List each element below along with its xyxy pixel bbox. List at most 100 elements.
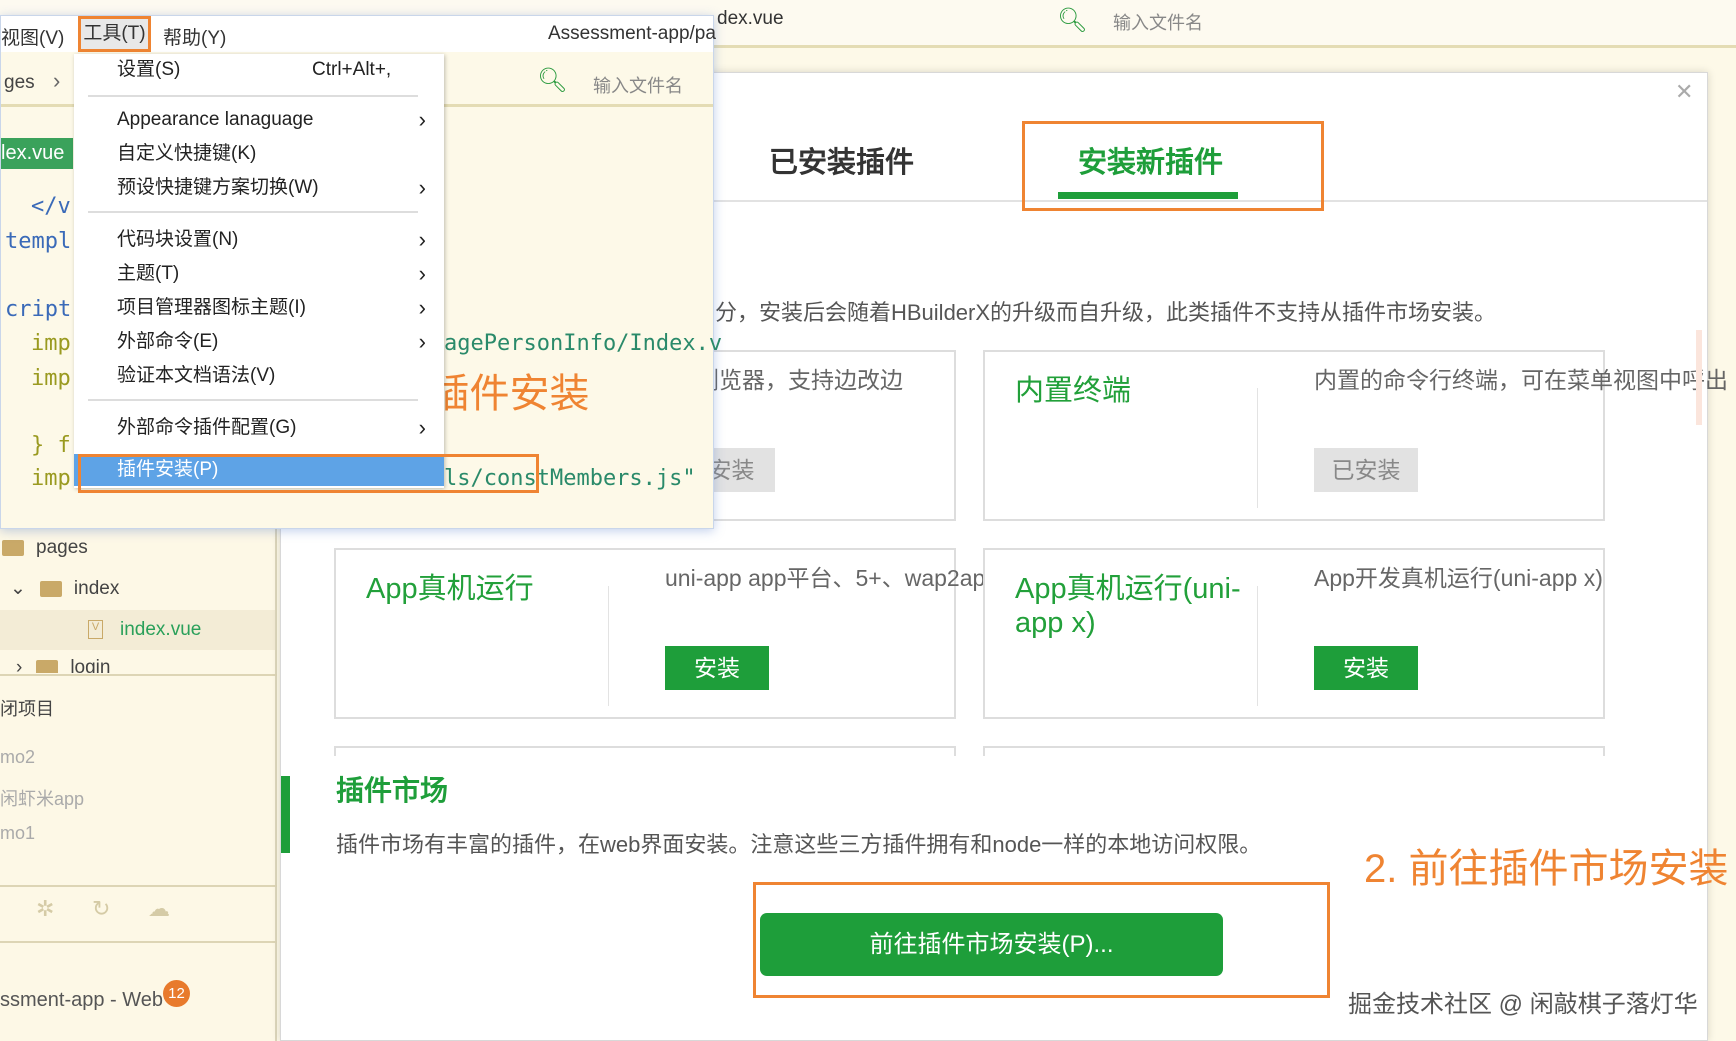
menu-help[interactable]: 帮助(Y) [163,23,226,50]
chevron-right-icon: › [53,68,61,93]
debug-icon[interactable]: ✲ [36,896,54,922]
install-button[interactable]: 安装 [1314,646,1418,690]
menu-separator [88,95,418,97]
menu-item-theme[interactable]: 主题(T) › [74,258,444,290]
chevron-right-icon: › [16,657,23,673]
annotation-step2: 2. 前往插件市场安装 [1364,847,1729,891]
vue-file-icon: V [88,620,103,639]
menu-tools[interactable]: 工具(T) [78,16,151,52]
menu-item-label: Appearance lanaguage [117,109,314,130]
code-line: cript [5,297,72,322]
menu-item-keymap-preset[interactable]: 预设快捷键方案切换(W) › [74,172,444,204]
divider [1257,586,1258,706]
cloud-icon[interactable]: ☁ [148,896,170,922]
folder-icon [2,539,24,556]
section-marker [281,776,290,853]
menu-item-icon-theme[interactable]: 项目管理器图标主题(I) › [74,292,444,324]
chevron-right-icon: › [418,227,426,252]
plugin-description: uni-app app平台、5+、wap2app真机运行 [665,565,1091,591]
menu-item-external-command-plugin-config[interactable]: 外部命令插件配置(G) › [74,412,444,444]
chevron-right-icon: › [418,329,426,354]
code-line: imp [31,466,71,491]
tree-label: index.vue [120,619,202,640]
plugin-title: App真机运行(uni-app x) [1015,573,1241,639]
breadcrumb[interactable]: ges [4,72,35,94]
builtin-description: 分，安装后会随着HBuilderX的升级而自升级，此类插件不支持从插件市场安装。 [715,300,1497,325]
annotation-box-menu-item [78,454,539,493]
project-item[interactable]: 闲虾米app [0,785,84,811]
tree-item-pages[interactable]: pages [2,537,88,559]
install-button[interactable]: 安装 [665,646,769,690]
installed-button: 已安装 [1314,448,1418,492]
background-search-input[interactable]: 输入文件名 [1113,9,1203,35]
menu-item-label: 外部命令插件配置(G) [117,417,297,438]
chevron-right-icon: › [418,107,426,132]
chevron-right-icon: › [418,415,426,440]
project-item[interactable]: mo1 [0,823,35,844]
menu-item-label: 项目管理器图标主题(I) [117,297,306,318]
shortcut-label: Ctrl+Alt+, [312,59,392,80]
export-icon[interactable]: ↻ [92,896,110,922]
tree-label: login [70,657,111,673]
tree-label: index [73,578,120,599]
folder-icon [39,580,62,597]
menu-item-external-commands[interactable]: 外部命令(E) › [74,326,444,358]
plugin-card: App真机运行(uni-app x) App开发真机运行(uni-app x) … [983,548,1605,719]
menu-view[interactable]: 视图(V) [1,23,64,50]
chevron-down-icon: ⌄ [10,578,26,599]
close-icon[interactable]: ✕ [1675,79,1693,105]
chevron-right-icon: › [418,175,426,200]
tree-item-index-vue[interactable]: V index.vue [0,610,275,650]
divider [608,586,609,706]
folder-icon [36,659,59,673]
plugin-description: 内置的命令行终端，可在菜单视图中呼出 [1314,367,1728,393]
close-project-label[interactable]: 闭项目 [0,695,54,721]
divider [0,674,277,676]
menu-item-label: 自定义快捷键(K) [117,143,257,164]
watermark: 掘金技术社区 @ 闲敲棋子落灯华 [1348,991,1698,1018]
code-line: imp [31,331,71,356]
divider [0,941,277,943]
chevron-right-icon: › [418,295,426,320]
plugin-card-partial [334,746,956,756]
project-item[interactable]: mo2 [0,747,35,768]
menu-item-label: 主题(T) [117,263,180,284]
menu-item-custom-shortcuts[interactable]: 自定义快捷键(K) [74,138,444,170]
chevron-right-icon: › [418,261,426,286]
project-sidebar: pages ⌄ index V index.vue › login 闭项目 mo2 … [0,529,277,1041]
plugin-title: 内置终端 [1015,375,1132,407]
menu-item-appearance-language[interactable]: Appearance lanaguage › [74,104,444,136]
market-description: 插件市场有丰富的插件，在web界面安装。注意这些三方插件拥有和node一样的本地… [336,832,1262,857]
file-search-icon: 🔍︎ [537,67,568,94]
plugin-title: App真机运行 [366,573,534,605]
notification-badge: 12 [163,980,190,1007]
code-line: imp [31,366,71,391]
plugin-card: App真机运行 uni-app app平台、5+、wap2app真机运行 安装 [334,548,1091,719]
menu-bar: 视图(V) 工具(T) 帮助(Y) Assessment-app/pa [1,16,716,52]
code-line: </v [31,194,71,219]
scrollbar[interactable] [1696,330,1702,425]
code-line: agePersonInfo/Index.v [444,331,723,356]
divider [0,885,277,887]
menu-item-snippets[interactable]: 代码块设置(N) › [74,224,444,256]
plugin-description: 浏览器，支持边改边 [696,367,903,393]
tree-item-login[interactable]: › login [16,657,110,673]
menu-item-validate-syntax[interactable]: 验证本文档语法(V) [74,360,444,392]
menu-item-settings[interactable]: 设置(S) Ctrl+Alt+, [74,54,444,86]
file-tab-active[interactable]: lex.vue [1,138,73,169]
tab-installed-plugins[interactable]: 已安装插件 [769,139,914,181]
menu-item-label: 外部命令(E) [117,331,219,352]
plugin-card: 内置终端 内置的命令行终端，可在菜单视图中呼出 已安装 [983,350,1728,521]
window-title: Assessment-app/pa [548,23,716,44]
tree-item-index[interactable]: ⌄ index [10,577,119,600]
plugin-description: App开发真机运行(uni-app x) [1314,565,1603,591]
footer-project-label[interactable]: ssment-app - Web [0,989,163,1012]
menu-separator [88,211,418,213]
background-file-tab[interactable]: dex.vue [717,8,784,30]
code-line: templ [5,229,72,254]
file-search-input[interactable]: 输入文件名 [593,72,683,98]
plugin-card-partial [983,746,1605,756]
file-search-icon: 🔍︎ [1057,7,1088,34]
editor-window: 视图(V) 工具(T) 帮助(Y) Assessment-app/pa ges … [0,15,722,529]
annotation-box-tab [1022,121,1324,211]
